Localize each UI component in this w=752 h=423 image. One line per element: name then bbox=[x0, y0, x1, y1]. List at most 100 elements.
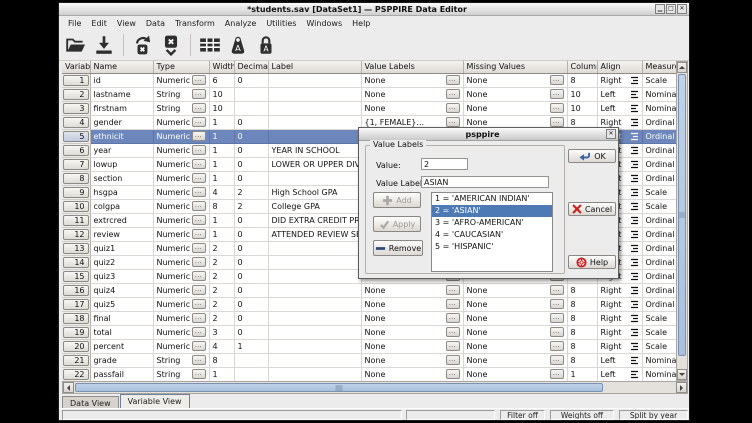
cell-value_labels[interactable]: None... bbox=[361, 325, 463, 339]
cell-decimals[interactable]: 0 bbox=[234, 325, 268, 339]
cell-missing[interactable]: None... bbox=[463, 87, 567, 101]
cell-measure[interactable]: Ordinal bbox=[642, 269, 676, 283]
column-header-variable[interactable]: Variable bbox=[62, 61, 90, 73]
row-number-button[interactable]: 8 bbox=[63, 173, 89, 184]
cell-type[interactable]: Numeric... bbox=[153, 339, 209, 353]
cell-decimals[interactable]: 0 bbox=[234, 227, 268, 241]
row-number-button[interactable]: 4 bbox=[63, 117, 89, 128]
cell-align[interactable]: Right bbox=[597, 311, 642, 325]
missing-values-ellipsis-button[interactable]: ... bbox=[550, 89, 564, 99]
type-ellipsis-button[interactable]: ... bbox=[192, 145, 206, 155]
cell-width[interactable]: 1 bbox=[209, 115, 234, 129]
cell-label[interactable] bbox=[268, 129, 361, 143]
missing-values-ellipsis-button[interactable]: ... bbox=[550, 103, 564, 113]
cell-measure[interactable]: Nominal bbox=[642, 367, 676, 381]
cell-missing[interactable]: None... bbox=[463, 339, 567, 353]
save-icon[interactable] bbox=[91, 32, 117, 58]
status-split-by-year[interactable]: Split by year bbox=[619, 410, 688, 420]
cell-decimals[interactable]: 0 bbox=[234, 241, 268, 255]
value-labels-ellipsis-button[interactable]: ... bbox=[446, 327, 460, 337]
cell-type[interactable]: Numeric... bbox=[153, 269, 209, 283]
cell-rowhdr[interactable]: 22 bbox=[62, 367, 90, 381]
cell-name[interactable]: id bbox=[90, 73, 153, 87]
cell-type[interactable]: Numeric... bbox=[153, 255, 209, 269]
cell-label[interactable] bbox=[268, 101, 361, 115]
cell-missing[interactable]: None... bbox=[463, 353, 567, 367]
row-number-button[interactable]: 11 bbox=[63, 215, 89, 226]
grid-icon[interactable] bbox=[197, 32, 223, 58]
cell-label[interactable] bbox=[268, 241, 361, 255]
cell-label[interactable]: College GPA bbox=[268, 199, 361, 213]
cell-rowhdr[interactable]: 19 bbox=[62, 325, 90, 339]
cell-measure[interactable]: Scale bbox=[642, 339, 676, 353]
type-ellipsis-button[interactable]: ... bbox=[192, 173, 206, 183]
cell-name[interactable]: lastname bbox=[90, 87, 153, 101]
cell-measure[interactable]: Ordinal bbox=[642, 227, 676, 241]
cell-measure[interactable]: Ordinal bbox=[642, 157, 676, 171]
type-ellipsis-button[interactable]: ... bbox=[192, 285, 206, 295]
value-labels-ellipsis-button[interactable]: ... bbox=[446, 313, 460, 323]
cell-name[interactable]: firstnam bbox=[90, 101, 153, 115]
cell-measure[interactable]: Scale bbox=[642, 311, 676, 325]
value-label-item[interactable]: 2 = 'ASIAN' bbox=[432, 205, 552, 217]
cell-rowhdr[interactable]: 10 bbox=[62, 199, 90, 213]
vertical-scroll-thumb[interactable] bbox=[678, 74, 686, 356]
cell-label[interactable] bbox=[268, 297, 361, 311]
cell-rowhdr[interactable]: 4 bbox=[62, 115, 90, 129]
cell-type[interactable]: Numeric... bbox=[153, 325, 209, 339]
cell-rowhdr[interactable]: 21 bbox=[62, 353, 90, 367]
cell-label[interactable] bbox=[268, 87, 361, 101]
cell-width[interactable]: 1 bbox=[209, 143, 234, 157]
cell-columns[interactable]: 8 bbox=[567, 311, 597, 325]
cell-rowhdr[interactable]: 15 bbox=[62, 269, 90, 283]
column-header-decimals[interactable]: Decimals bbox=[234, 61, 268, 73]
cell-decimals[interactable]: 0 bbox=[234, 143, 268, 157]
lock-a-icon[interactable]: A bbox=[253, 32, 279, 58]
cell-value_labels[interactable]: None... bbox=[361, 353, 463, 367]
cell-rowhdr[interactable]: 9 bbox=[62, 185, 90, 199]
type-ellipsis-button[interactable]: ... bbox=[192, 103, 206, 113]
cell-missing[interactable]: None... bbox=[463, 367, 567, 381]
cell-label[interactable] bbox=[268, 255, 361, 269]
cell-type[interactable]: String... bbox=[153, 367, 209, 381]
value-labels-list[interactable]: 1 = 'AMERICAN INDIAN'2 = 'ASIAN'3 = 'AFR… bbox=[431, 192, 553, 272]
cell-type[interactable]: Numeric... bbox=[153, 171, 209, 185]
cell-label[interactable] bbox=[268, 325, 361, 339]
cell-width[interactable]: 2 bbox=[209, 311, 234, 325]
row-number-button[interactable]: 12 bbox=[63, 229, 89, 240]
cell-name[interactable]: section bbox=[90, 171, 153, 185]
cell-align[interactable]: Left bbox=[597, 353, 642, 367]
cell-decimals[interactable] bbox=[234, 353, 268, 367]
cell-missing[interactable]: None... bbox=[463, 73, 567, 87]
dialog-close-icon[interactable]: ✕ bbox=[606, 129, 616, 139]
cell-decimals[interactable] bbox=[234, 87, 268, 101]
cell-type[interactable]: Numeric... bbox=[153, 213, 209, 227]
cell-columns[interactable]: 10 bbox=[567, 87, 597, 101]
cell-decimals[interactable]: 0 bbox=[234, 129, 268, 143]
type-ellipsis-button[interactable]: ... bbox=[192, 89, 206, 99]
apply-button[interactable]: Apply bbox=[373, 216, 421, 232]
cell-measure[interactable]: Ordinal bbox=[642, 115, 676, 129]
value-labels-ellipsis-button[interactable]: ... bbox=[446, 117, 460, 127]
cell-type[interactable]: Numeric... bbox=[153, 227, 209, 241]
cell-value_labels[interactable]: None... bbox=[361, 101, 463, 115]
missing-values-ellipsis-button[interactable]: ... bbox=[550, 355, 564, 365]
cell-missing[interactable]: None... bbox=[463, 297, 567, 311]
curved-arrow-x-icon[interactable] bbox=[130, 32, 156, 58]
cell-label[interactable]: DID EXTRA CREDIT PRO bbox=[268, 213, 361, 227]
window-titlebar[interactable]: *students.sav [DataSet1] — PSPPIRE Data … bbox=[59, 3, 689, 16]
type-ellipsis-button[interactable]: ... bbox=[192, 299, 206, 309]
column-header-value-labels[interactable]: Value Labels bbox=[361, 61, 463, 73]
row-number-button[interactable]: 2 bbox=[63, 89, 89, 100]
type-ellipsis-button[interactable]: ... bbox=[192, 271, 206, 281]
value-labels-ellipsis-button[interactable]: ... bbox=[446, 285, 460, 295]
cell-value_labels[interactable]: None... bbox=[361, 283, 463, 297]
type-ellipsis-button[interactable]: ... bbox=[192, 355, 206, 365]
type-ellipsis-button[interactable]: ... bbox=[192, 257, 206, 267]
cell-columns[interactable]: 1 bbox=[567, 367, 597, 381]
cell-align[interactable]: Right bbox=[597, 339, 642, 353]
cell-measure[interactable]: Ordinal bbox=[642, 255, 676, 269]
type-ellipsis-button[interactable]: ... bbox=[192, 327, 206, 337]
column-header-label[interactable]: Label bbox=[268, 61, 361, 73]
row-number-button[interactable]: 20 bbox=[63, 341, 89, 352]
